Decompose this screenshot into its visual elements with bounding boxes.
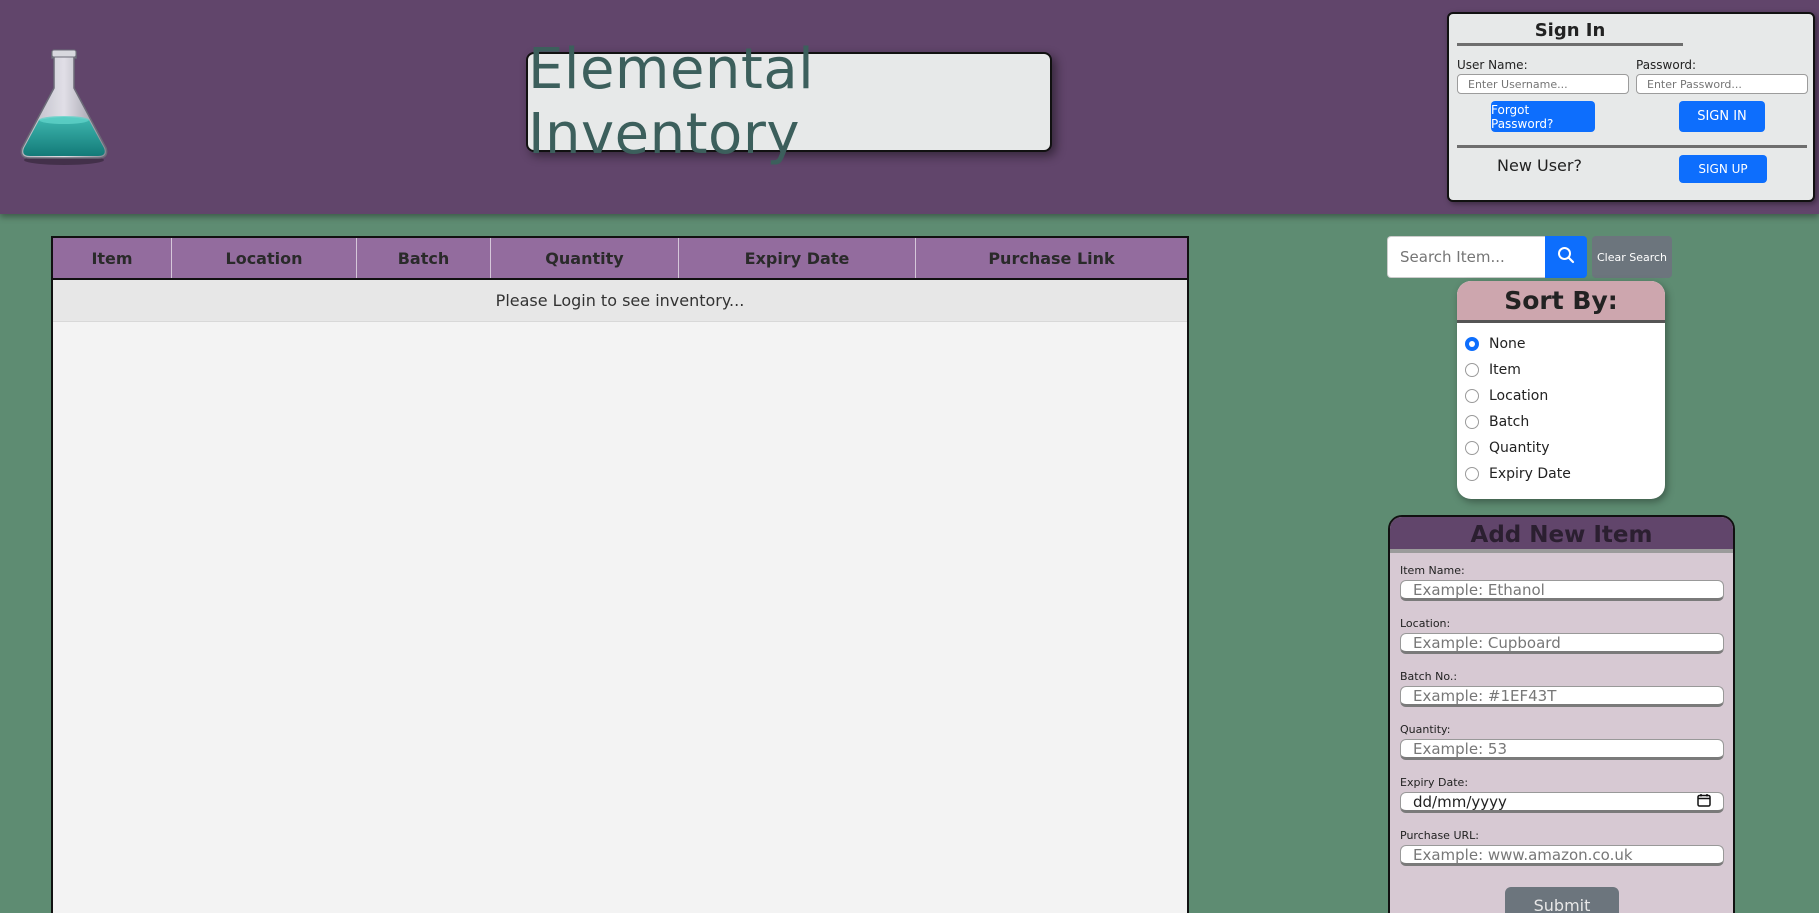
batch-label: Batch No.: xyxy=(1400,670,1458,683)
sort-option-label: None xyxy=(1489,336,1526,352)
sort-option-quantity[interactable]: Quantity xyxy=(1457,435,1665,461)
sort-option-label: Batch xyxy=(1489,414,1530,430)
sort-option-item[interactable]: Item xyxy=(1457,357,1665,383)
add-item-heading: Add New Item xyxy=(1390,517,1733,553)
sort-option-label: Expiry Date xyxy=(1489,466,1571,482)
purchase-url-label: Purchase URL: xyxy=(1400,829,1479,842)
search-button[interactable] xyxy=(1545,236,1587,278)
sort-heading: Sort By: xyxy=(1457,281,1665,323)
page-title: Elemental Inventory xyxy=(528,37,815,167)
search-input[interactable] xyxy=(1387,236,1545,278)
radio-expiry-date[interactable] xyxy=(1465,467,1479,481)
column-header-batch[interactable]: Batch xyxy=(357,238,491,278)
column-header-quantity[interactable]: Quantity xyxy=(491,238,679,278)
add-item-panel: Add New Item Item Name: Example: Ethanol… xyxy=(1388,515,1735,913)
flask-icon xyxy=(14,48,114,168)
column-header-location[interactable]: Location xyxy=(172,238,357,278)
title-box: Elemental Inventory xyxy=(526,37,1052,167)
radio-batch[interactable] xyxy=(1465,415,1479,429)
sort-option-batch[interactable]: Batch xyxy=(1457,409,1665,435)
item-name-label: Item Name: xyxy=(1400,564,1465,577)
quantity-label: Quantity: xyxy=(1400,723,1451,736)
password-label: Password: xyxy=(1636,58,1697,72)
quantity-input[interactable]: Example: 53 xyxy=(1400,739,1724,760)
radio-location[interactable] xyxy=(1465,389,1479,403)
new-user-label: New User? xyxy=(1497,156,1582,175)
signin-panel: Sign In User Name: Password: Forgot Pass… xyxy=(1447,12,1815,202)
sort-option-none[interactable]: None xyxy=(1457,331,1665,357)
item-name-input[interactable]: Example: Ethanol xyxy=(1400,580,1724,601)
signin-button[interactable]: SIGN IN xyxy=(1679,101,1765,132)
empty-message: Please Login to see inventory... xyxy=(53,280,1187,322)
radio-quantity[interactable] xyxy=(1465,441,1479,455)
sort-option-label: Item xyxy=(1489,362,1521,378)
calendar-icon[interactable] xyxy=(1697,793,1711,811)
add-item-form: Item Name: Example: Ethanol Location: Ex… xyxy=(1390,553,1733,866)
sort-panel: Sort By: None Item Location Batch Quanti… xyxy=(1457,281,1665,499)
inventory-table: Item Location Batch Quantity Expiry Date… xyxy=(51,236,1189,913)
sort-option-label: Quantity xyxy=(1489,440,1550,456)
signin-divider xyxy=(1457,145,1807,148)
sort-option-label: Location xyxy=(1489,388,1549,404)
clear-search-button[interactable]: Clear Search xyxy=(1592,236,1672,278)
signin-heading: Sign In xyxy=(1457,20,1683,46)
search-icon xyxy=(1557,246,1575,268)
radio-none[interactable] xyxy=(1465,337,1479,351)
table-header: Item Location Batch Quantity Expiry Date… xyxy=(53,238,1187,280)
submit-button[interactable]: Submit xyxy=(1505,887,1619,913)
app-header: Elemental Inventory Sign In User Name: P… xyxy=(0,0,1819,214)
location-input[interactable]: Example: Cupboard xyxy=(1400,633,1724,654)
radio-item[interactable] xyxy=(1465,363,1479,377)
purchase-url-input[interactable]: Example: www.amazon.co.uk xyxy=(1400,845,1724,866)
signup-button[interactable]: SIGN UP xyxy=(1679,155,1767,183)
expiry-date-input[interactable]: dd/mm/yyyy xyxy=(1400,792,1724,813)
expiry-date-label: Expiry Date: xyxy=(1400,776,1469,789)
column-header-purchase-link[interactable]: Purchase Link xyxy=(916,238,1187,278)
username-label: User Name: xyxy=(1457,58,1528,72)
username-input[interactable] xyxy=(1457,74,1629,94)
batch-input[interactable]: Example: #1EF43T xyxy=(1400,686,1724,707)
column-header-expiry-date[interactable]: Expiry Date xyxy=(679,238,916,278)
column-header-item[interactable]: Item xyxy=(53,238,172,278)
sort-option-location[interactable]: Location xyxy=(1457,383,1665,409)
forgot-password-button[interactable]: Forgot Password? xyxy=(1491,101,1595,132)
expiry-date-placeholder: dd/mm/yyyy xyxy=(1413,792,1507,811)
sort-option-expiry-date[interactable]: Expiry Date xyxy=(1457,461,1665,487)
password-input[interactable] xyxy=(1636,74,1808,94)
location-label: Location: xyxy=(1400,617,1451,630)
